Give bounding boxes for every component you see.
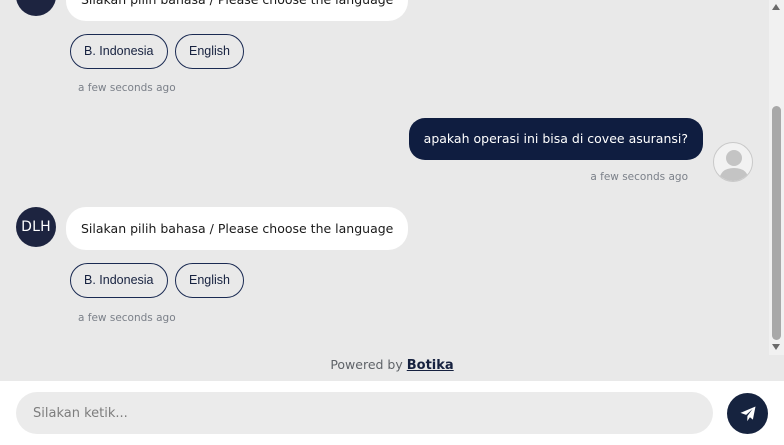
scroll-down-arrow-icon[interactable] (772, 344, 780, 350)
message-input[interactable] (16, 392, 713, 434)
bot-message-bubble: Silakan pilih bahasa / Please choose the… (66, 207, 409, 250)
user-message-bubble: apakah operasi ini bisa di covee asurans… (408, 118, 703, 160)
user-silhouette-icon (719, 150, 749, 181)
scrollbar-thumb[interactable] (772, 106, 781, 340)
chat-message-area[interactable]: DLH Silakan pilih bahasa / Please choose… (0, 0, 784, 381)
bot-message-bubble: Silakan pilih bahasa / Please choose the… (66, 0, 409, 21)
message-timestamp: a few seconds ago (78, 82, 176, 94)
message-timestamp: a few seconds ago (78, 312, 176, 324)
user-avatar (713, 142, 753, 182)
message-composer (0, 381, 784, 445)
powered-by-footer: Powered by Botika (0, 357, 784, 373)
bot-avatar: DLH (16, 0, 56, 16)
powered-by-label: Powered by (330, 357, 403, 372)
option-bahasa-indonesia-button[interactable]: B. Indonesia (70, 263, 168, 298)
send-button[interactable] (727, 393, 768, 434)
paper-plane-icon (740, 406, 755, 421)
message-timestamp: a few seconds ago (590, 171, 688, 183)
scroll-up-arrow-icon[interactable] (772, 4, 780, 10)
botika-link[interactable]: Botika (407, 358, 454, 373)
option-english-button[interactable]: English (175, 34, 244, 69)
option-english-button[interactable]: English (175, 263, 244, 298)
bot-avatar: DLH (16, 207, 56, 247)
option-bahasa-indonesia-button[interactable]: B. Indonesia (70, 34, 168, 69)
chat-scrollbar[interactable] (769, 0, 784, 355)
